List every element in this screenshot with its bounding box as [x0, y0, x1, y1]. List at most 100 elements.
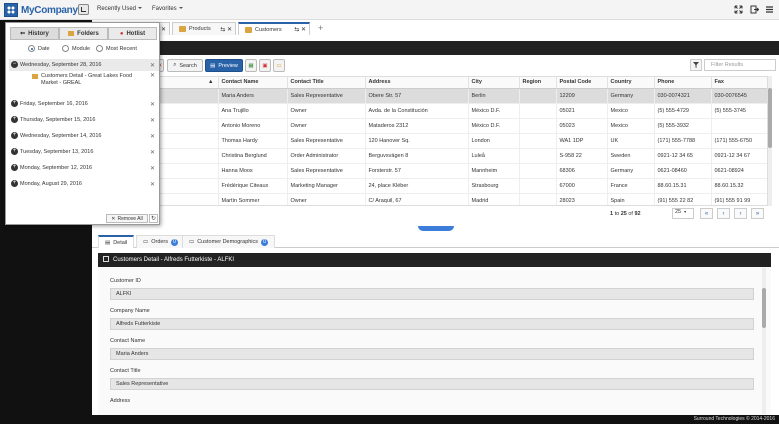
expand-icon[interactable]: +: [11, 148, 18, 155]
tab-orders[interactable]: ▭ Orders 0: [136, 235, 186, 248]
preview-button[interactable]: ▤ Preview: [205, 59, 243, 72]
export-pdf-icon[interactable]: ▣: [259, 59, 271, 72]
cell-address: Forsterstr. 57: [365, 163, 469, 179]
cell-contact-title: Owner: [287, 118, 366, 134]
detail-scrollbar[interactable]: [762, 268, 766, 414]
customer-id-field[interactable]: ALFKI: [110, 288, 754, 300]
history-day[interactable]: + Monday, August 29, 2016 ✕: [9, 178, 159, 190]
cell-country: Mexico: [607, 103, 655, 119]
table-row[interactable]: Hanna Moos Sales Representative Forsterstr…: [93, 163, 767, 179]
contact-name-field[interactable]: Maria Anders: [110, 348, 754, 360]
tab-customers[interactable]: Customers ⇆ ✕: [238, 22, 310, 35]
first-page-button[interactable]: «: [700, 208, 713, 219]
page-size-select[interactable]: 25 ▾: [672, 208, 694, 219]
column-header[interactable]: Fax: [711, 77, 767, 89]
remove-icon[interactable]: ✕: [150, 181, 155, 188]
recently-used-menu[interactable]: Recently Used: [97, 6, 143, 12]
history-day[interactable]: + Wednesday, September 14, 2016 ✕: [9, 130, 159, 142]
remove-icon[interactable]: ✕: [150, 149, 155, 156]
app-logo[interactable]: MyCompany: [4, 2, 78, 18]
column-header[interactable]: Contact Title: [287, 77, 366, 89]
history-day[interactable]: − Wednesday, September 28, 2016 ✕: [9, 59, 159, 71]
history-toggle-button[interactable]: [78, 4, 89, 15]
column-header[interactable]: City: [468, 77, 520, 89]
table-row[interactable]: Thomas Hardy Sales Representative 120 Hano…: [93, 133, 767, 149]
expand-icon[interactable]: +: [11, 132, 18, 139]
sort-date-radio[interactable]: Date: [28, 45, 50, 52]
prev-page-button[interactable]: ‹: [717, 208, 730, 219]
sort-asc-icon: ▲: [208, 79, 214, 86]
filter-icon[interactable]: [690, 59, 702, 71]
contact-title-field[interactable]: Sales Representative: [110, 378, 754, 390]
hamburger-menu-icon[interactable]: [765, 5, 774, 14]
splitter-handle[interactable]: [418, 226, 454, 231]
column-header[interactable]: Region: [519, 77, 557, 89]
logout-icon[interactable]: [750, 5, 759, 14]
folder-icon: [245, 26, 252, 33]
column-header[interactable]: Postal Code: [556, 77, 608, 89]
collapse-icon[interactable]: −: [11, 61, 18, 68]
tab-controls[interactable]: ⇆ ✕: [294, 26, 306, 33]
orders-icon: ▭: [143, 239, 149, 245]
expand-icon[interactable]: +: [11, 116, 18, 123]
company-name-field[interactable]: Alfreds Futterkiste: [110, 318, 754, 330]
column-header[interactable]: Contact Name: [218, 77, 288, 89]
remove-icon[interactable]: ✕: [150, 165, 155, 172]
tab-hotlist[interactable]: ● Hotlist: [108, 27, 157, 40]
table-row[interactable]: aAntonio MorenoOwnerMataderos 2312México…: [93, 118, 767, 134]
expand-icon[interactable]: +: [11, 164, 18, 171]
close-icon[interactable]: ✕: [161, 26, 166, 33]
day-label: Friday, September 16, 2016: [20, 101, 88, 107]
search-label: Search: [179, 62, 197, 69]
tab-label: Folders: [77, 30, 99, 37]
tab-folders[interactable]: Folders: [59, 27, 108, 40]
column-header[interactable]: Country: [607, 77, 655, 89]
column-header[interactable]: Phone: [654, 77, 712, 89]
add-tab-icon[interactable]: +: [318, 23, 323, 33]
detail-title: Customers Detail - Alfreds Futterkiste -…: [113, 257, 235, 263]
tab-controls[interactable]: ⇆ ✕: [220, 26, 232, 33]
cell-region: [519, 103, 557, 119]
folder-icon[interactable]: ▭: [273, 59, 285, 72]
tab-customer-demographics[interactable]: ▭ Customer Demographics 0: [182, 235, 276, 248]
remove-icon[interactable]: ✕: [150, 62, 155, 69]
remove-icon[interactable]: ✕: [150, 117, 155, 124]
history-day[interactable]: + Friday, September 16, 2016 ✕: [9, 98, 159, 110]
filter-results-input[interactable]: Filter Results: [704, 59, 776, 71]
history-entry[interactable]: Customers Detail - Great Lakes Food Mark…: [9, 73, 159, 91]
tab-products[interactable]: Products ⇆ ✕: [172, 22, 236, 35]
expand-icon[interactable]: +: [11, 100, 18, 107]
tab-history[interactable]: ⇐ History: [10, 27, 59, 40]
table-row[interactable]: Frédérique Citeaux Marketing Manager 24, p…: [93, 178, 767, 194]
edit-icon[interactable]: [103, 256, 109, 262]
refresh-icon[interactable]: ↻: [149, 214, 158, 223]
table-row[interactable]: esMartín SommerOwnerC/ Araquil, 67Madrid…: [93, 193, 767, 205]
remove-icon[interactable]: ✕: [150, 73, 155, 80]
sort-module-radio[interactable]: Module: [62, 45, 90, 52]
sort-most-recent-radio[interactable]: Most Recent: [96, 45, 137, 52]
table-row[interactable]: Maria Anders Sales Representative Obere St…: [93, 88, 767, 104]
grid-scrollbar[interactable]: [768, 76, 772, 206]
history-day[interactable]: + Thursday, September 15, 2016 ✕: [9, 114, 159, 126]
remove-icon[interactable]: ✕: [150, 133, 155, 140]
table-row[interactable]: y y heladosAna TrujilloOwnerAvda. de la …: [93, 103, 767, 119]
day-label: Wednesday, September 14, 2016: [20, 133, 102, 139]
column-header[interactable]: Address: [365, 77, 469, 89]
favorites-menu[interactable]: Favorites: [152, 6, 183, 12]
expand-icon[interactable]: [734, 5, 743, 14]
cell-postal-code: 05023: [556, 118, 608, 134]
last-page-button[interactable]: »: [751, 208, 764, 219]
tab-detail[interactable]: ▤ Detail: [98, 235, 135, 248]
cell-region: [519, 133, 557, 149]
remove-icon[interactable]: ✕: [150, 101, 155, 108]
search-button[interactable]: ⌕ Search: [167, 59, 203, 72]
export-excel-icon[interactable]: ▦: [245, 59, 257, 72]
cell-phone: (91) 555 22 82: [654, 193, 712, 205]
history-day[interactable]: + Monday, September 12, 2016 ✕: [9, 162, 159, 174]
remove-all-button[interactable]: ✕ Remove All: [106, 214, 148, 223]
expand-icon[interactable]: +: [11, 180, 18, 187]
next-page-button[interactable]: ›: [734, 208, 747, 219]
table-row[interactable]: Christina Berglund Order Administrator Ber…: [93, 148, 767, 164]
history-day[interactable]: + Tuesday, September 13, 2016 ✕: [9, 146, 159, 158]
pager-to: 25: [620, 211, 627, 217]
